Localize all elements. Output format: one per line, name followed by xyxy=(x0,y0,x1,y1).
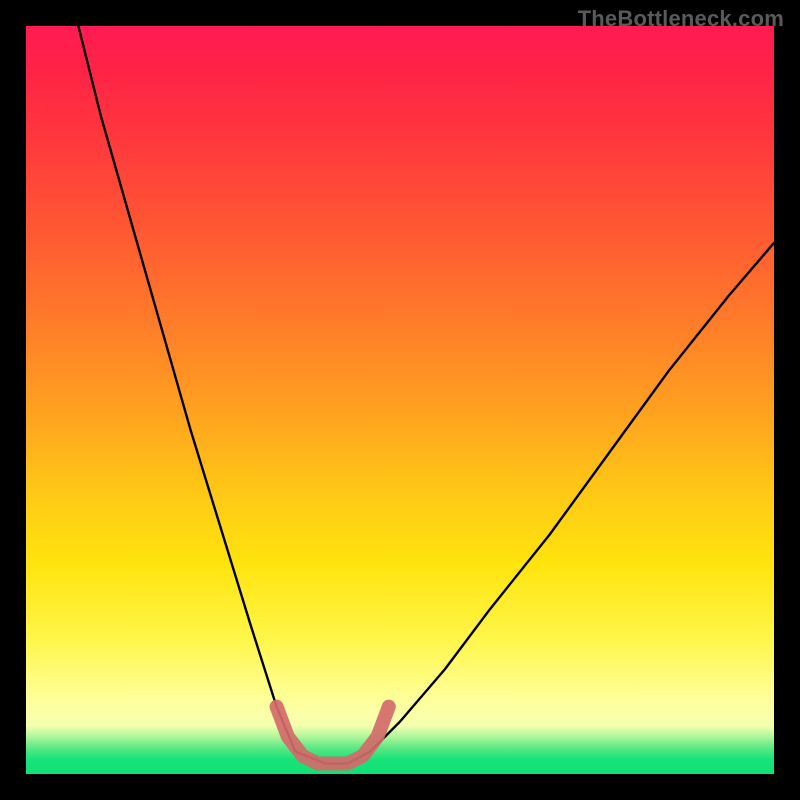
series-left-branch xyxy=(78,26,295,752)
series-group xyxy=(78,26,774,764)
chart-svg xyxy=(26,26,774,774)
series-valley-marker xyxy=(277,707,389,764)
series-right-branch xyxy=(370,243,774,752)
chart-frame: TheBottleneck.com xyxy=(0,0,800,800)
plot-area xyxy=(26,26,774,774)
watermark-text: TheBottleneck.com xyxy=(578,6,784,32)
